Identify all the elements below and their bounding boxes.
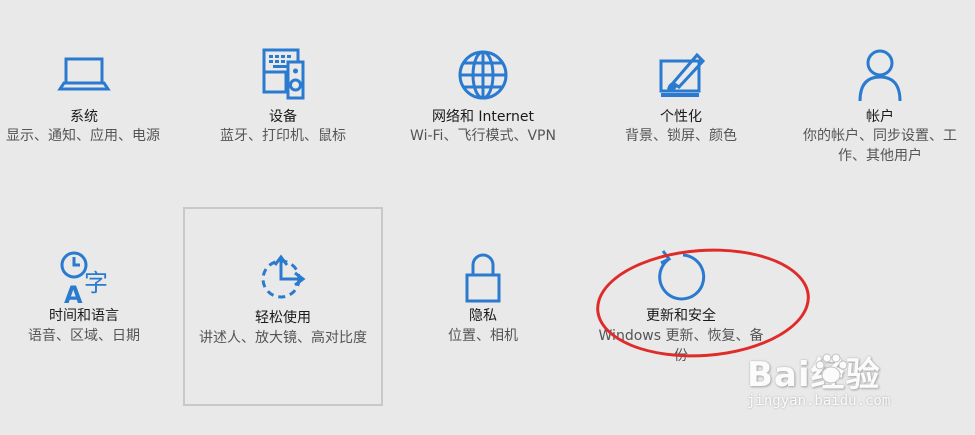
paint-icon [649, 45, 713, 105]
person-icon [848, 45, 912, 105]
refresh-icon [649, 247, 713, 307]
tile-title: 系统 [70, 109, 98, 125]
paw-icon [815, 353, 848, 384]
tile-description: 显示、通知、应用、电源 [6, 128, 160, 144]
tile-description: Wi-Fi、飞行模式、VPN [410, 128, 556, 144]
tile-description: 语音、区域、日期 [28, 328, 140, 344]
svg-text:字: 字 [84, 269, 108, 297]
tile-description: 位置、相机 [448, 328, 518, 344]
tile-title: 轻松使用 [255, 310, 311, 326]
tile-title: 个性化 [660, 109, 702, 125]
tile-title: 更新和安全 [646, 308, 716, 324]
globe-icon [451, 45, 515, 105]
settings-tile-ease-of-access[interactable]: 轻松使用 讲述人、放大镜、高对比度 [183, 207, 383, 406]
tile-description: 背景、锁屏、颜色 [625, 128, 737, 144]
time-language-icon: A 字 [52, 247, 116, 307]
settings-tile-personalization[interactable]: 个性化 背景、锁屏、颜色 [581, 0, 781, 200]
settings-tile-time-language[interactable]: A 字 时间和语言 语音、区域、日期 [0, 207, 184, 406]
tile-description: Windows 更新、恢复、备份 [598, 328, 764, 364]
tile-title: 网络和 Internet [431, 109, 535, 125]
settings-tile-privacy[interactable]: 隐私 位置、相机 [383, 207, 583, 406]
settings-tile-system[interactable]: 系统 显示、通知、应用、电源 [0, 0, 184, 200]
tile-title: 隐私 [469, 308, 497, 324]
devices-icon [251, 45, 315, 105]
tile-title: 帐户 [866, 109, 894, 125]
laptop-icon [52, 45, 116, 105]
tile-description: 你的帐户、同步设置、工作、其他用户 [803, 128, 957, 164]
tile-description: 蓝牙、打印机、鼠标 [220, 128, 346, 144]
tile-description: 讲述人、放大镜、高对比度 [199, 330, 367, 346]
tile-title: 时间和语言 [49, 308, 119, 324]
ease-of-access-icon [251, 249, 315, 309]
settings-tile-network[interactable]: 网络和 Internet Wi-Fi、飞行模式、VPN [383, 0, 583, 200]
settings-grid: 系统 显示、通知、应用、电源 设备 蓝牙、打印机、鼠标 网络和 Internet… [0, 0, 975, 435]
settings-tile-devices[interactable]: 设备 蓝牙、打印机、鼠标 [183, 0, 383, 200]
svg-text:A: A [64, 281, 83, 307]
settings-tile-update-security[interactable]: 更新和安全 Windows 更新、恢复、备份 [581, 207, 781, 406]
settings-tile-accounts[interactable]: 帐户 你的帐户、同步设置、工作、其他用户 [780, 0, 975, 200]
lock-icon [451, 247, 515, 307]
tile-title: 设备 [269, 109, 297, 125]
